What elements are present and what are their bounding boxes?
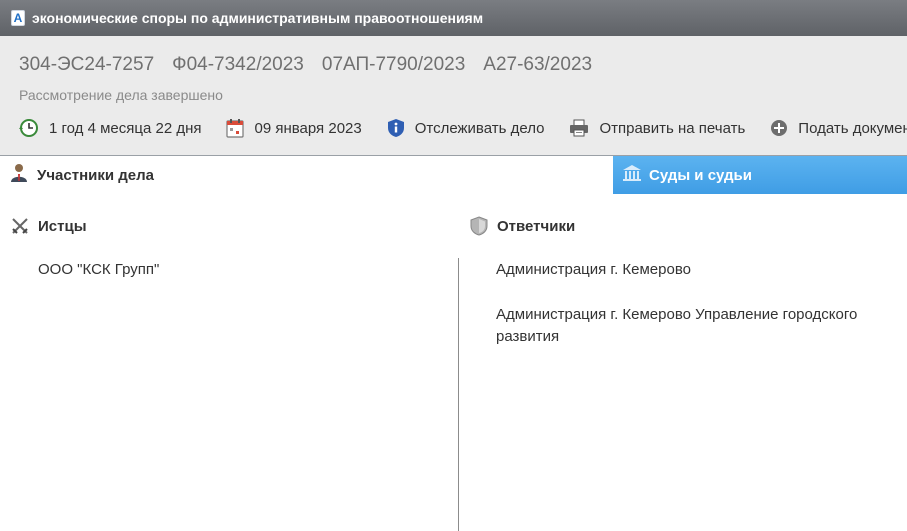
- print-label: Отправить на печать: [599, 119, 746, 137]
- defendant-link[interactable]: Администрация г. Кемерово: [496, 259, 886, 281]
- case-number[interactable]: 07АП-7790/2023: [322, 54, 465, 76]
- duration-label: 1 год 4 месяца 22 дня: [49, 119, 202, 137]
- tab-participants[interactable]: Участники дела: [0, 156, 613, 194]
- plaintiffs-heading: Истцы: [10, 216, 87, 236]
- print-button[interactable]: Отправить на печать: [569, 118, 745, 138]
- shield-icon: [469, 216, 489, 236]
- case-tabs: Участники дела Суды и судьи: [0, 156, 907, 194]
- window-titlebar: A экономические споры по административны…: [0, 0, 907, 36]
- duration-info: 1 год 4 месяца 22 дня: [19, 118, 201, 138]
- start-date-label: 09 января 2023: [254, 119, 362, 137]
- track-case-label: Отслеживать дело: [414, 119, 545, 137]
- defendants-heading-label: Ответчики: [497, 217, 576, 235]
- courthouse-icon: [622, 164, 642, 187]
- calendar-icon: [226, 118, 245, 138]
- tab-courts-label: Суды и судьи: [649, 166, 752, 184]
- case-header: 304-ЭС24-7257 Ф04-7342/2023 07АП-7790/20…: [0, 36, 907, 156]
- case-number[interactable]: Ф04-7342/2023: [172, 54, 304, 76]
- defendant-link[interactable]: Администрация г. Кемерово Управление гор…: [496, 304, 886, 348]
- start-date: 09 января 2023: [226, 118, 362, 138]
- person-icon: [10, 163, 28, 188]
- case-status: Рассмотрение дела завершено: [19, 87, 223, 103]
- case-actions: 1 год 4 месяца 22 дня 09 января 2023 Отс…: [19, 118, 907, 138]
- clock-history-icon: [19, 118, 39, 138]
- window-title: экономические споры по административным …: [32, 10, 484, 26]
- plaintiff-link[interactable]: ООО "КСК Групп": [38, 259, 159, 281]
- tab-participants-label: Участники дела: [37, 166, 154, 184]
- track-case-button[interactable]: Отслеживать дело: [387, 118, 545, 138]
- printer-icon: [569, 118, 589, 138]
- app-logo-icon: A: [11, 10, 25, 26]
- defendants-heading: Ответчики: [469, 216, 575, 236]
- submit-document-label: Подать докумен: [798, 119, 907, 137]
- case-numbers: 304-ЭС24-7257 Ф04-7342/2023 07АП-7790/20…: [19, 54, 592, 76]
- plus-circle-icon: [770, 119, 788, 137]
- crossed-swords-icon: [10, 216, 30, 236]
- submit-document-button[interactable]: Подать докумен: [770, 119, 907, 137]
- info-shield-icon: [387, 118, 405, 138]
- plaintiffs-heading-label: Истцы: [38, 217, 87, 235]
- column-divider: [458, 258, 459, 531]
- case-number[interactable]: 304-ЭС24-7257: [19, 54, 154, 76]
- case-number[interactable]: А27-63/2023: [483, 54, 592, 76]
- tab-courts[interactable]: Суды и судьи: [613, 156, 907, 194]
